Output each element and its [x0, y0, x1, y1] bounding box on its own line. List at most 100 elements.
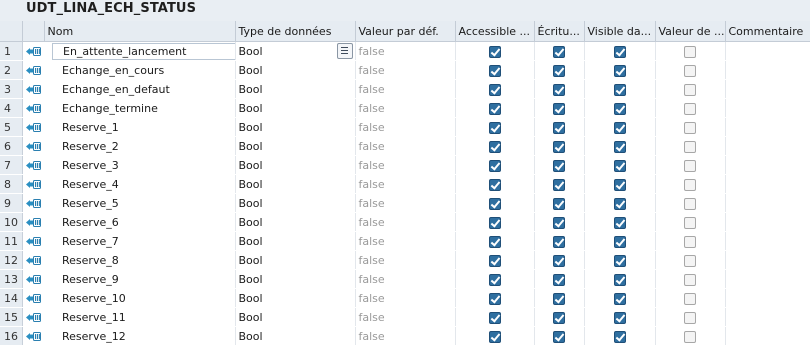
member-comment[interactable] [725, 212, 810, 232]
member-name-cell[interactable]: Reserve_8 [44, 250, 236, 270]
writable-hmi-checkbox[interactable] [553, 121, 565, 134]
member-name-cell[interactable]: En_attente_lancement [44, 41, 236, 61]
column-header-comment[interactable]: Commentaire [725, 21, 810, 42]
table-row[interactable]: 12 Reserve_8 Bool false [0, 250, 810, 270]
writable-hmi-checkbox[interactable] [553, 83, 565, 96]
table-row[interactable]: 1 En_attente_lancement Bool false [0, 41, 810, 61]
member-name-cell[interactable]: Reserve_11 [44, 307, 236, 327]
row-number[interactable]: 3 [0, 79, 23, 99]
member-comment[interactable] [725, 155, 810, 175]
member-comment[interactable] [725, 250, 810, 270]
table-row[interactable]: 9 Reserve_5 Bool false [0, 193, 810, 213]
writable-hmi-checkbox[interactable] [553, 64, 565, 77]
visible-hmi-checkbox[interactable] [613, 292, 626, 305]
member-type-cell[interactable]: Bool [235, 269, 356, 289]
writable-hmi-checkbox[interactable] [553, 311, 565, 324]
setpoint-checkbox[interactable] [684, 197, 696, 210]
member-comment[interactable] [725, 288, 810, 308]
member-name-cell[interactable]: Reserve_1 [44, 117, 236, 137]
member-default-value[interactable]: false [355, 269, 456, 289]
member-type-cell[interactable]: Bool [235, 136, 356, 156]
member-type-cell[interactable]: Bool [235, 288, 356, 308]
setpoint-checkbox[interactable] [684, 216, 696, 229]
accessible-hmi-checkbox[interactable] [488, 64, 501, 77]
row-number[interactable]: 6 [0, 136, 23, 156]
visible-hmi-checkbox[interactable] [613, 216, 626, 229]
accessible-hmi-checkbox[interactable] [488, 178, 501, 191]
table-row[interactable]: 14 Reserve_10 Bool false [0, 288, 810, 308]
table-row[interactable]: 6 Reserve_2 Bool false [0, 136, 810, 156]
member-default-value[interactable]: false [355, 174, 456, 194]
accessible-hmi-checkbox[interactable] [488, 311, 501, 324]
visible-hmi-checkbox[interactable] [613, 178, 626, 191]
row-number[interactable]: 5 [0, 117, 23, 137]
member-comment[interactable] [725, 41, 810, 61]
member-name-cell[interactable]: Reserve_10 [44, 288, 236, 308]
table-row[interactable]: 3 Echange_en_defaut Bool false [0, 79, 810, 99]
member-type-cell[interactable]: Bool [235, 60, 356, 80]
member-default-value[interactable]: false [355, 231, 456, 251]
column-header-write[interactable]: Écritu... [534, 21, 585, 42]
writable-hmi-checkbox[interactable] [553, 216, 565, 229]
member-name-cell[interactable]: Reserve_5 [44, 193, 236, 213]
visible-hmi-checkbox[interactable] [613, 159, 626, 172]
table-row[interactable]: 15 Reserve_11 Bool false [0, 307, 810, 327]
setpoint-checkbox[interactable] [684, 45, 696, 58]
writable-hmi-checkbox[interactable] [553, 45, 565, 58]
member-type-cell[interactable]: Bool [235, 193, 356, 213]
member-type-cell[interactable]: Bool [235, 174, 356, 194]
writable-hmi-checkbox[interactable] [553, 292, 565, 305]
writable-hmi-checkbox[interactable] [553, 140, 565, 153]
writable-hmi-checkbox[interactable] [553, 235, 565, 248]
column-header-visible[interactable]: Visible da... [584, 21, 656, 42]
row-number[interactable]: 1 [0, 41, 23, 61]
row-number[interactable]: 9 [0, 193, 23, 213]
member-type-cell[interactable]: Bool [235, 41, 356, 61]
accessible-hmi-checkbox[interactable] [488, 83, 501, 96]
row-number[interactable]: 7 [0, 155, 23, 175]
row-number[interactable]: 12 [0, 250, 23, 270]
column-header-accessible[interactable]: Accessible ... [455, 21, 535, 42]
member-type-cell[interactable]: Bool [235, 155, 356, 175]
setpoint-checkbox[interactable] [684, 273, 696, 286]
member-name-cell[interactable]: Reserve_12 [44, 326, 236, 346]
writable-hmi-checkbox[interactable] [553, 254, 565, 267]
member-comment[interactable] [725, 193, 810, 213]
row-number[interactable]: 13 [0, 269, 23, 289]
row-number[interactable]: 15 [0, 307, 23, 327]
accessible-hmi-checkbox[interactable] [488, 45, 501, 58]
member-type-cell[interactable]: Bool [235, 98, 356, 118]
accessible-hmi-checkbox[interactable] [488, 159, 501, 172]
accessible-hmi-checkbox[interactable] [488, 254, 501, 267]
member-comment[interactable] [725, 117, 810, 137]
member-type-cell[interactable]: Bool [235, 212, 356, 232]
visible-hmi-checkbox[interactable] [613, 273, 626, 286]
member-comment[interactable] [725, 136, 810, 156]
member-comment[interactable] [725, 98, 810, 118]
writable-hmi-checkbox[interactable] [553, 197, 565, 210]
row-number[interactable]: 16 [0, 326, 23, 346]
table-row[interactable]: 5 Reserve_1 Bool false [0, 117, 810, 137]
member-name-cell[interactable]: Echange_termine [44, 98, 236, 118]
member-name-cell[interactable]: Echange_en_defaut [44, 79, 236, 99]
visible-hmi-checkbox[interactable] [613, 45, 626, 58]
table-row[interactable]: 2 Echange_en_cours Bool false [0, 60, 810, 80]
column-header-setpoint[interactable]: Valeur de ... [655, 21, 726, 42]
setpoint-checkbox[interactable] [684, 311, 696, 324]
setpoint-checkbox[interactable] [684, 121, 696, 134]
writable-hmi-checkbox[interactable] [553, 102, 565, 115]
accessible-hmi-checkbox[interactable] [488, 292, 501, 305]
setpoint-checkbox[interactable] [684, 235, 696, 248]
visible-hmi-checkbox[interactable] [613, 235, 626, 248]
writable-hmi-checkbox[interactable] [553, 159, 565, 172]
member-name-cell[interactable]: Reserve_3 [44, 155, 236, 175]
column-header-name[interactable]: Nom [44, 21, 236, 42]
visible-hmi-checkbox[interactable] [613, 197, 626, 210]
member-type-cell[interactable]: Bool [235, 307, 356, 327]
member-name-input[interactable]: En_attente_lancement [52, 42, 234, 60]
setpoint-checkbox[interactable] [684, 178, 696, 191]
accessible-hmi-checkbox[interactable] [488, 197, 501, 210]
table-row[interactable]: 16 Reserve_12 Bool false [0, 326, 810, 346]
member-comment[interactable] [725, 307, 810, 327]
member-default-value[interactable]: false [355, 326, 456, 346]
